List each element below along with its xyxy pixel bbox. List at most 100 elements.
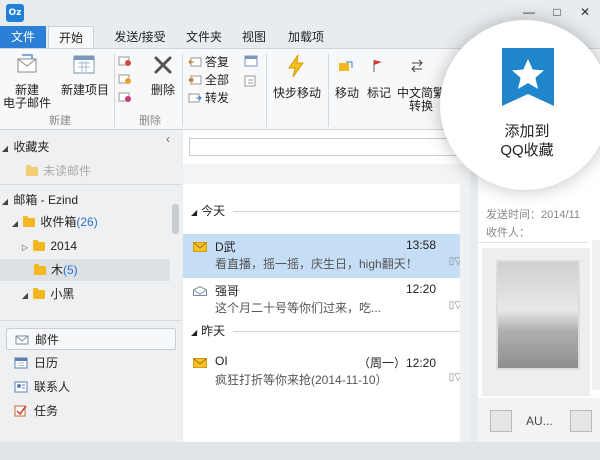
tasks-checkbox-icon bbox=[14, 405, 27, 417]
search-input[interactable] bbox=[189, 138, 465, 156]
forward-icon bbox=[188, 93, 202, 103]
maximize-button[interactable]: □ bbox=[548, 3, 566, 21]
collapse-chevron-icon[interactable]: ‹ bbox=[166, 132, 170, 146]
tab-view[interactable]: 视图 bbox=[234, 26, 274, 48]
nav-mail[interactable]: 邮件 bbox=[6, 328, 176, 350]
folder-icon bbox=[33, 240, 46, 251]
tab-home[interactable]: 开始 bbox=[48, 26, 94, 48]
folder-2014[interactable]: ▷ 2014 bbox=[20, 235, 77, 257]
divider bbox=[478, 242, 588, 243]
reply-all-label: 全部 bbox=[205, 73, 230, 87]
reply-all-icon bbox=[188, 75, 202, 85]
message-row[interactable]: OI （周一）12:20 疯狂打折等你来抢(2014-11-10） ▯▽ bbox=[183, 350, 470, 394]
message-sender: D武 bbox=[215, 240, 236, 254]
inbox-count: (26) bbox=[76, 215, 98, 229]
message-preview: 这个月二十号等你们过来，吃... bbox=[215, 301, 382, 315]
flag-icon bbox=[373, 60, 382, 72]
folder-xiaohei-label: 小黑 bbox=[50, 287, 75, 301]
calendar-grid-icon bbox=[73, 55, 95, 74]
cleanup-icon[interactable] bbox=[118, 73, 132, 85]
add-to-qq-favorites-callout[interactable]: 添加到 QQ收藏 bbox=[440, 20, 600, 190]
unread-envelope-icon bbox=[193, 358, 207, 368]
delete-x-icon bbox=[154, 56, 172, 74]
minimize-button[interactable]: — bbox=[520, 3, 538, 21]
group-divider bbox=[233, 331, 466, 332]
group-today-label: 今天 bbox=[201, 204, 226, 218]
quick-steps-label: 快步移动 bbox=[272, 86, 321, 100]
group-new-label: 新建 bbox=[49, 115, 71, 127]
recipient-avatar[interactable] bbox=[570, 410, 592, 432]
junk-icon[interactable] bbox=[118, 91, 132, 103]
move-label: 移动 bbox=[334, 86, 359, 100]
folder-icon bbox=[34, 264, 46, 275]
message-row[interactable]: 强哥 12:20 这个月二十号等你们过来，吃... ▯▽ bbox=[183, 278, 470, 322]
folder-pane: ‹ ◢ 收藏夹 未读邮件 ◢ 邮箱 - Ezind ◢ 收件箱(26) ▷ 20… bbox=[0, 130, 182, 442]
expand-arrow-icon: ◢ bbox=[11, 219, 19, 228]
status-bar bbox=[0, 442, 600, 460]
nav-calendar[interactable]: 日历 bbox=[6, 352, 176, 374]
tab-addins[interactable]: 加载项 bbox=[280, 26, 332, 48]
unread-mail-label: 未读邮件 bbox=[43, 164, 92, 178]
chinese-convert-label-2: 转换 bbox=[408, 99, 433, 113]
expand-arrow-icon: ◢ bbox=[1, 144, 9, 153]
group-yesterday[interactable]: ◢ 昨天 bbox=[191, 320, 225, 342]
folder-scrollbar[interactable] bbox=[172, 204, 179, 234]
message-time: 13:58 bbox=[405, 238, 436, 252]
nav-mail-label: 邮件 bbox=[35, 333, 60, 347]
sender-avatar[interactable] bbox=[490, 410, 512, 432]
tab-file[interactable]: 文件 bbox=[0, 26, 46, 48]
contacts-icon bbox=[14, 381, 28, 393]
nav-contacts-label: 联系人 bbox=[34, 380, 71, 394]
message-sender: OI bbox=[215, 354, 228, 368]
group-divider bbox=[233, 211, 466, 212]
message-list-scrollbar[interactable] bbox=[460, 184, 470, 442]
forward-label: 转发 bbox=[205, 91, 230, 105]
nav-calendar-label: 日历 bbox=[34, 356, 59, 370]
unread-mail-folder[interactable]: 未读邮件 bbox=[26, 160, 91, 182]
inbox-folder[interactable]: ◢ 收件箱(26) bbox=[10, 211, 98, 233]
sent-time-text: 发送时间：2014/11 bbox=[486, 209, 580, 221]
mailbox-node[interactable]: ◢ 邮箱 - Ezind bbox=[0, 189, 78, 211]
folder-mu-count: (5) bbox=[63, 263, 78, 277]
message-row[interactable]: D武 13:58 看直播，摇一摇，庆生日，high翻天！ ▯▽ bbox=[183, 234, 470, 278]
folder-2014-label: 2014 bbox=[50, 239, 78, 253]
new-item-label: 新建项目 bbox=[60, 83, 109, 97]
ribbon-separator bbox=[328, 53, 329, 127]
list-header-strip bbox=[183, 164, 470, 184]
message-sender: 强哥 bbox=[215, 284, 240, 298]
reading-pane-scrollbar[interactable] bbox=[592, 240, 600, 390]
reply-button[interactable]: 答复 bbox=[188, 54, 229, 70]
tab-folder[interactable]: 文件夹 bbox=[180, 26, 228, 48]
more-respond-icon[interactable] bbox=[244, 75, 258, 87]
new-mail-icon bbox=[17, 54, 37, 73]
add-to-label: 添加到 bbox=[504, 123, 550, 140]
favorites-node[interactable]: ◢ 收藏夹 bbox=[0, 136, 49, 158]
preview-image bbox=[496, 260, 580, 370]
reply-all-button[interactable]: 全部 bbox=[188, 72, 229, 88]
meeting-icon[interactable] bbox=[244, 55, 258, 67]
collapsed-arrow-icon: ▷ bbox=[21, 243, 29, 252]
folder-xiaohei[interactable]: ◢ 小黑 bbox=[20, 283, 74, 305]
message-time: 12:20 bbox=[405, 282, 436, 296]
forward-button[interactable]: 转发 bbox=[188, 90, 229, 106]
close-button[interactable]: ✕ bbox=[576, 3, 594, 21]
read-envelope-icon bbox=[193, 286, 207, 296]
mark-label: 标记 bbox=[366, 86, 391, 100]
divider bbox=[0, 184, 182, 185]
message-list-pane: ◢ 今天 D武 13:58 看直播，摇一摇，庆生日，high翻天！ ▯▽ 强哥 1… bbox=[183, 130, 470, 442]
qq-mail-logo-icon: Oz bbox=[6, 4, 24, 22]
group-today[interactable]: ◢ 今天 bbox=[191, 200, 225, 222]
star-bookmark-icon bbox=[502, 48, 554, 106]
folder-mu[interactable]: 木(5) bbox=[0, 259, 170, 281]
lightning-icon bbox=[288, 54, 304, 78]
tab-send-receive[interactable]: 发送/接受 bbox=[104, 26, 176, 48]
nav-contacts[interactable]: 联系人 bbox=[6, 376, 176, 398]
folder-icon bbox=[26, 165, 38, 176]
ignore-icon[interactable] bbox=[118, 55, 132, 67]
people-name: AU... bbox=[526, 414, 553, 428]
move-icon bbox=[339, 61, 353, 71]
convert-icon bbox=[411, 59, 423, 73]
message-time: （周一）12:20 bbox=[357, 356, 436, 370]
nav-tasks[interactable]: 任务 bbox=[6, 400, 176, 422]
folder-mu-label: 木 bbox=[51, 263, 64, 277]
